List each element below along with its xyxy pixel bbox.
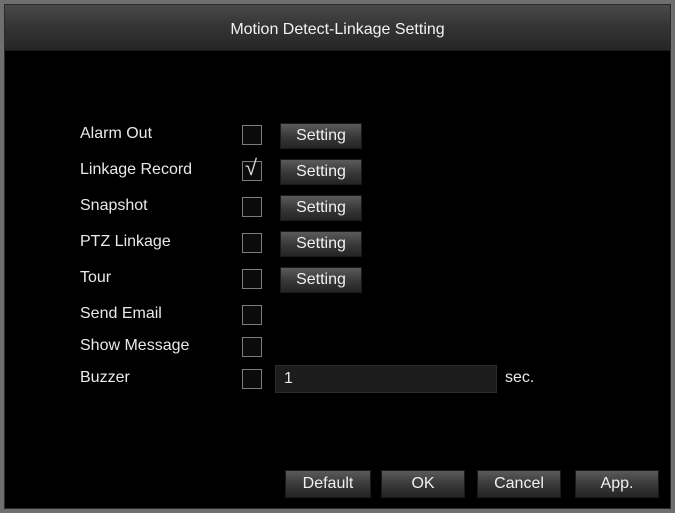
show-message-checkbox[interactable] <box>242 337 262 357</box>
snapshot-label: Snapshot <box>80 197 148 214</box>
dialog-title: Motion Detect-Linkage Setting <box>230 21 445 38</box>
tour-setting-button[interactable]: Setting <box>280 267 362 293</box>
snapshot-checkbox[interactable] <box>242 197 262 217</box>
buzzer-label: Buzzer <box>80 369 130 386</box>
alarm-out-setting-button[interactable]: Setting <box>280 123 362 149</box>
send-email-checkbox[interactable] <box>242 305 262 325</box>
ptz-linkage-setting-button[interactable]: Setting <box>280 231 362 257</box>
snapshot-setting-button[interactable]: Setting <box>280 195 362 221</box>
alarm-out-label: Alarm Out <box>80 125 153 142</box>
check-icon: √ <box>245 155 258 180</box>
default-button[interactable]: Default <box>285 470 371 498</box>
send-email-label: Send Email <box>80 305 162 322</box>
alarm-out-checkbox[interactable] <box>242 125 262 145</box>
linkage-setting-dialog: Motion Detect-Linkage Setting Alarm Out … <box>4 4 671 509</box>
tour-checkbox[interactable] <box>242 269 262 289</box>
ok-button[interactable]: OK <box>381 470 465 498</box>
linkage-record-label: Linkage Record <box>80 161 193 178</box>
buzzer-unit-label: sec. <box>505 369 535 386</box>
linkage-record-setting-button[interactable]: Setting <box>280 159 362 185</box>
buzzer-checkbox[interactable] <box>242 369 262 389</box>
cancel-button[interactable]: Cancel <box>477 470 561 498</box>
apply-button[interactable]: App. <box>575 470 659 498</box>
buzzer-duration-input[interactable]: 1 <box>275 365 497 393</box>
linkage-record-checkbox[interactable]: √ <box>242 156 262 181</box>
title-bar: Motion Detect-Linkage Setting <box>5 5 670 51</box>
ptz-linkage-checkbox[interactable] <box>242 233 262 253</box>
show-message-label: Show Message <box>80 337 190 354</box>
ptz-linkage-label: PTZ Linkage <box>80 233 171 250</box>
tour-label: Tour <box>80 269 112 286</box>
